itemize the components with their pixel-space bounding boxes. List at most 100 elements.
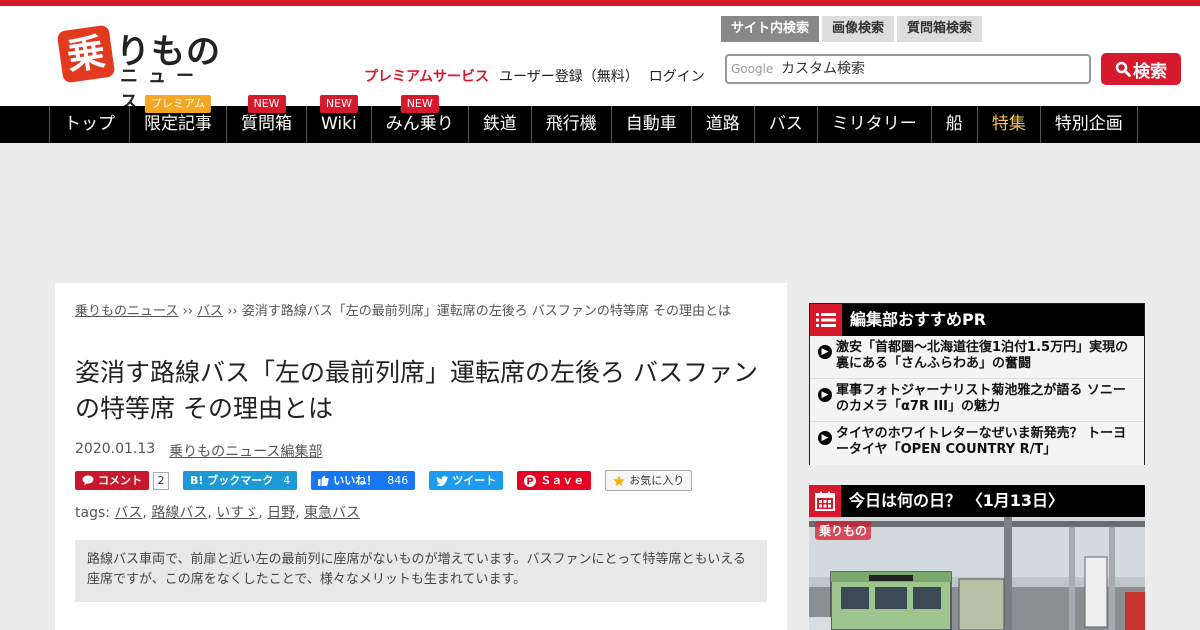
favorite-button[interactable]: お気に入り bbox=[605, 470, 693, 491]
comment-icon bbox=[82, 475, 94, 486]
pr-item-text: 激安「首都圏～北海道往復1泊付1.5万円」実現の裏にある「さんふらわあ」の奮闘 bbox=[836, 340, 1129, 371]
facebook-like-count: 846 bbox=[387, 474, 409, 487]
today-header: 今日は何の日？ 〈1月13日〉 bbox=[809, 485, 1145, 517]
thumbs-up-icon bbox=[318, 475, 329, 486]
nav-badge: NEW bbox=[247, 95, 286, 113]
logo-mark: 乗 bbox=[56, 24, 116, 84]
main-nav: トップ 限定記事 プレミアム 質問箱 NEW Wiki NEW みん乗り NEW 鉄道 飛行機 自動車… bbox=[0, 95, 1200, 143]
breadcrumb-separator: ›› bbox=[227, 304, 238, 319]
nav-badge: NEW bbox=[319, 95, 358, 113]
header-links: プレミアムサービス ユーザー登録（無料） ログイン bbox=[364, 66, 705, 86]
nav-item-label: 限定記事 bbox=[144, 114, 212, 134]
nav-item-label: 道路 bbox=[705, 114, 740, 134]
tweet-label: ツイート bbox=[452, 474, 497, 487]
nav-item[interactable]: 船 bbox=[930, 106, 977, 143]
today-title: 今日は何の日？ 〈1月13日〉 bbox=[849, 491, 1064, 510]
comment-button[interactable]: コメント bbox=[75, 471, 149, 490]
tag-link[interactable]: 東急バス bbox=[304, 505, 360, 521]
pinterest-icon: P bbox=[524, 474, 537, 487]
login-link[interactable]: ログイン bbox=[649, 66, 705, 86]
facebook-like-button[interactable]: いいね！ 846 bbox=[311, 471, 416, 490]
train-photo[interactable]: 乗りもの bbox=[809, 517, 1145, 630]
nav-item[interactable]: Wiki NEW bbox=[306, 95, 371, 143]
breadcrumb-category[interactable]: バス bbox=[197, 304, 223, 319]
nav-item[interactable]: トップ bbox=[49, 106, 129, 143]
pr-item-text: タイヤのホワイトレターなぜいま新発売？ トーヨータイヤ「OPEN COUNTRY… bbox=[836, 426, 1127, 457]
tweet-button[interactable]: ツイート bbox=[429, 471, 504, 490]
pr-item[interactable]: ▶ タイヤのホワイトレターなぜいま新発売？ トーヨータイヤ「OPEN COUNT… bbox=[810, 422, 1144, 465]
search-button-label: 検索 bbox=[1133, 61, 1167, 82]
nav-item-label: 鉄道 bbox=[482, 114, 517, 134]
pinterest-save-label: Ｓａｖｅ bbox=[540, 474, 585, 487]
article-author[interactable]: 乗りものニュース編集部 bbox=[169, 441, 322, 461]
nav-item[interactable]: 道路 bbox=[690, 106, 754, 143]
nav-item[interactable]: バス bbox=[753, 106, 817, 143]
search-tabs: サイト内検索 画像検索 質問箱検索 bbox=[721, 16, 983, 42]
nav-item-label: 質問箱 bbox=[241, 114, 292, 134]
photo-watermark: 乗りもの bbox=[815, 521, 872, 540]
editor-pr-header: 編集部おすすめPR bbox=[810, 304, 1144, 336]
nav-item-label: みん乗り bbox=[385, 114, 454, 134]
nav-item-label: 飛行機 bbox=[545, 114, 597, 134]
nav-item[interactable]: 自動車 bbox=[610, 106, 691, 143]
tag-link[interactable]: バス bbox=[114, 505, 142, 521]
nav-item-label: 特別企画 bbox=[1054, 114, 1123, 134]
nav-item[interactable]: 限定記事 プレミアム bbox=[129, 95, 226, 143]
tab-image-search[interactable]: 画像検索 bbox=[822, 16, 895, 42]
breadcrumb-current: 姿消す路線バス「左の最前列席」運転席の左後ろ バスファンの特等席 その理由とは bbox=[241, 304, 732, 319]
chevron-right-icon: ▶ bbox=[818, 345, 832, 359]
tags-label: tags: bbox=[75, 505, 110, 521]
star-icon bbox=[613, 475, 625, 486]
nav-item-label: トップ bbox=[64, 114, 115, 134]
nav-item[interactable]: ミリタリー bbox=[816, 106, 931, 143]
nav-item[interactable]: 質問箱 NEW bbox=[226, 95, 306, 143]
nav-list: トップ 限定記事 プレミアム 質問箱 NEW Wiki NEW みん乗り NEW 鉄道 飛行機 自動車… bbox=[49, 95, 1138, 143]
nav-item[interactable]: 特別企画 bbox=[1039, 106, 1138, 143]
breadcrumb-home[interactable]: 乗りものニュース bbox=[75, 304, 178, 319]
nav-item[interactable]: 鉄道 bbox=[467, 106, 531, 143]
tag-link[interactable]: 日野 bbox=[267, 505, 295, 521]
search-box: Google bbox=[725, 54, 1091, 84]
hatena-bookmark-button[interactable]: B! ブックマーク 4 bbox=[183, 471, 298, 490]
nav-badge: プレミアム bbox=[144, 95, 212, 113]
editor-pr-title: 編集部おすすめPR bbox=[850, 310, 987, 329]
tag-link[interactable]: 路線バス bbox=[151, 505, 207, 521]
calendar-icon bbox=[809, 485, 841, 517]
comment-label: コメント bbox=[98, 474, 142, 487]
svg-text:P: P bbox=[527, 476, 534, 487]
pinterest-save-button[interactable]: P Ｓａｖｅ bbox=[517, 471, 592, 490]
google-label: Google bbox=[731, 62, 774, 76]
tab-question-search[interactable]: 質問箱検索 bbox=[897, 16, 983, 42]
comment-count: 2 bbox=[153, 471, 169, 490]
article-card: 乗りものニュース ›› バス ›› 姿消す路線バス「左の最前列席」運転席の左後ろ… bbox=[55, 283, 787, 630]
nav-item[interactable]: みん乗り NEW bbox=[370, 95, 468, 143]
pr-item[interactable]: ▶ 軍事フォトジャーナリスト菊池雅之が語る ソニーのカメラ「α7R III」の魅… bbox=[810, 379, 1144, 422]
nav-item-label: 特集 bbox=[991, 114, 1026, 134]
tab-site-search[interactable]: サイト内検索 bbox=[721, 16, 820, 42]
search-icon bbox=[1115, 61, 1131, 77]
site-logo[interactable]: 乗 りもの ニュース bbox=[56, 24, 230, 113]
nav-item[interactable]: 飛行機 bbox=[530, 106, 611, 143]
tag-link[interactable]: いすゞ bbox=[216, 505, 258, 521]
premium-service-link[interactable]: プレミアムサービス bbox=[364, 66, 489, 86]
pr-item[interactable]: ▶ 激安「首都圏～北海道往復1泊付1.5万円」実現の裏にある「さんふらわあ」の奮… bbox=[810, 336, 1144, 379]
search-button[interactable]: 検索 bbox=[1101, 53, 1181, 85]
chevron-right-icon: ▶ bbox=[818, 388, 832, 402]
chevron-right-icon: ▶ bbox=[818, 431, 832, 445]
nav-badge: NEW bbox=[400, 95, 439, 113]
search-input[interactable] bbox=[781, 59, 1081, 79]
article-meta: 2020.01.13 乗りものニュース編集部 bbox=[75, 441, 322, 461]
hatena-count: 4 bbox=[283, 474, 291, 487]
article-lead: 路線バス車両で、前扉と近い左の最前列に座席がないものが増えています。バスファンに… bbox=[75, 540, 767, 602]
register-link[interactable]: ユーザー登録（無料） bbox=[499, 66, 639, 86]
twitter-bird-icon bbox=[436, 475, 449, 486]
nav-item-label: 船 bbox=[945, 114, 963, 134]
site-header: 乗 りもの ニュース プレミアムサービス ユーザー登録（無料） ログイン サイト… bbox=[0, 6, 1200, 113]
today-in-history: 今日は何の日？ 〈1月13日〉 乗りもの bbox=[809, 485, 1145, 630]
nav-item-label: 自動車 bbox=[625, 114, 677, 134]
article-date: 2020.01.13 bbox=[75, 441, 156, 457]
breadcrumb-separator: ›› bbox=[182, 304, 193, 319]
tag-list: tags: バス, 路線バス, いすゞ, 日野, 東急バス bbox=[75, 505, 361, 521]
nav-item[interactable]: 特集 bbox=[976, 106, 1040, 143]
pr-item-text: 軍事フォトジャーナリスト菊池雅之が語る ソニーのカメラ「α7R III」の魅力 bbox=[836, 383, 1126, 414]
